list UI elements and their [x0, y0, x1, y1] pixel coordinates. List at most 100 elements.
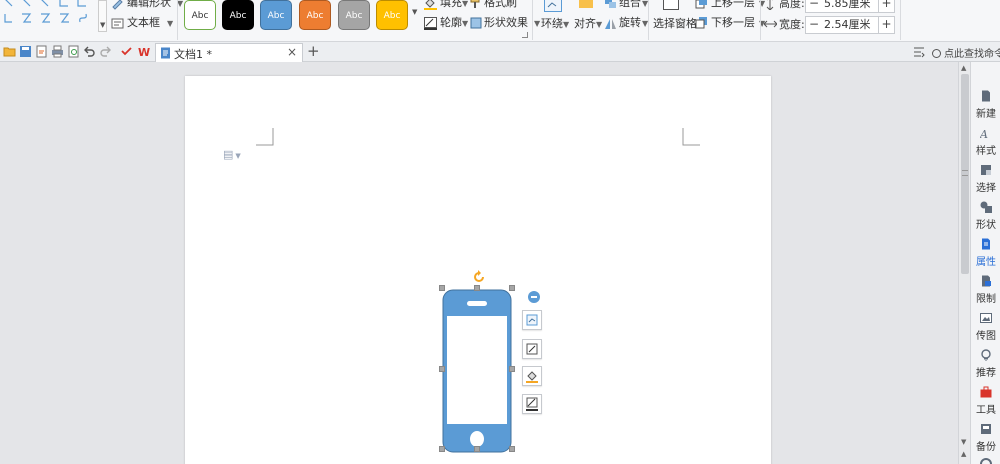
redo-icon[interactable] — [99, 45, 112, 58]
save-as-icon[interactable] — [35, 45, 48, 58]
resize-handle-bottom-right[interactable] — [509, 446, 515, 452]
resize-handle-top-right[interactable] — [509, 285, 515, 291]
fill-caret-icon: ▼ — [462, 0, 469, 8]
scroll-down-icon[interactable]: ▼ — [961, 438, 966, 446]
restrict-icon — [982, 275, 991, 287]
sidebar-item-label: 选择 — [976, 183, 996, 194]
sidebar-item-properties[interactable]: 属性 — [971, 238, 1000, 274]
height-field[interactable]: − 5.85厘米 + — [805, 0, 895, 13]
backup-icon — [981, 424, 991, 434]
sidebar-item-select[interactable]: 选择 — [971, 164, 1000, 200]
collapse-tools-icon[interactable] — [528, 291, 540, 303]
style-sample-4[interactable]: Abc — [338, 0, 370, 30]
resize-handle-left[interactable] — [439, 366, 445, 372]
margin-corner-top-left — [256, 128, 274, 146]
width-decrease-button[interactable]: − — [806, 17, 822, 33]
svg-text:A: A — [980, 128, 988, 139]
layout-options-button[interactable] — [522, 310, 542, 330]
toolbar-options-icon[interactable] — [913, 46, 925, 58]
edit-shape-tool-button[interactable] — [522, 339, 542, 359]
print-icon[interactable] — [51, 45, 64, 58]
gallery-scroll[interactable]: ▼ — [98, 0, 107, 32]
customize-toolbar-icon[interactable] — [120, 45, 133, 58]
vertical-scrollbar[interactable]: ▲ ▼ ▲ — [958, 62, 970, 464]
sidebar-item-upload-image[interactable]: 传图 — [971, 312, 1000, 348]
resize-handle-top[interactable] — [474, 285, 480, 291]
resize-handle-bottom[interactable] — [474, 446, 480, 452]
sidebar-item-new[interactable]: 新建 — [971, 90, 1000, 126]
height-increase-button[interactable]: + — [878, 0, 894, 12]
wrap-label: 环绕 — [541, 17, 563, 30]
width-field[interactable]: − 2.54厘米 + — [805, 16, 895, 34]
align-button[interactable]: 对齐 ▼ — [574, 0, 602, 32]
height-icon — [766, 0, 774, 10]
bring-forward-icon — [695, 0, 707, 9]
send-backward-icon — [695, 17, 707, 29]
width-value[interactable]: 2.54厘米 — [824, 17, 871, 33]
shape-fill-tool-button[interactable] — [522, 366, 542, 386]
rotate-handle-icon[interactable] — [472, 270, 486, 284]
select-icon — [981, 165, 991, 175]
sidebar-item-label: 样式 — [976, 146, 996, 157]
print-preview-icon[interactable] — [67, 45, 80, 58]
shapes-icon — [980, 201, 992, 213]
style-sample-3[interactable]: Abc — [299, 0, 331, 30]
style-sample-1[interactable]: Abc — [222, 0, 254, 30]
shape-effects-icon — [470, 17, 482, 29]
group-label: 组合 — [619, 0, 641, 9]
width-icon — [764, 20, 777, 28]
width-increase-button[interactable]: + — [878, 17, 894, 33]
scroll-up-icon[interactable]: ▲ — [961, 64, 966, 72]
style-sample-2[interactable]: Abc — [260, 0, 292, 30]
scroll-page-up-icon[interactable]: ▲ — [961, 450, 966, 458]
sidebar-item-restrict[interactable]: 限制 — [971, 275, 1000, 311]
styles-more-button[interactable]: ▼ — [412, 0, 420, 32]
shape-style-dialog-launcher-icon[interactable] — [522, 32, 528, 38]
save-icon[interactable] — [19, 45, 32, 58]
open-folder-icon[interactable] — [3, 45, 16, 58]
style-sample-label: Abc — [345, 11, 363, 21]
outline-pen-icon — [424, 17, 437, 30]
align-caret-icon: ▼ — [596, 20, 603, 29]
sidebar-more-icon[interactable] — [980, 458, 992, 464]
sidebar-item-tools[interactable]: 工具 — [971, 386, 1000, 422]
recommend-bulb-icon — [981, 349, 991, 361]
selection-pane-button[interactable]: 选择窗格 — [652, 0, 697, 32]
collapse-minus-icon — [531, 296, 537, 298]
height-decrease-button[interactable]: − — [806, 0, 822, 12]
resize-handle-right[interactable] — [509, 366, 515, 372]
style-sample-5[interactable]: Abc — [376, 0, 408, 30]
style-sample-label: Abc — [229, 11, 247, 21]
tab-document-1[interactable]: 文档1 * × — [155, 43, 303, 62]
phone-shape[interactable] — [442, 289, 512, 453]
close-tab-icon[interactable]: × — [287, 45, 297, 59]
layout-options-icon — [526, 314, 538, 326]
line-shapes-gallery[interactable] — [0, 0, 95, 36]
align-icon — [579, 0, 593, 8]
wrap-button[interactable]: 环绕 ▼ — [540, 0, 570, 32]
wps-logo-icon[interactable]: W — [138, 45, 151, 58]
undo-icon[interactable] — [83, 45, 96, 58]
resize-handle-bottom-left[interactable] — [439, 446, 445, 452]
shape-outline-tool-button[interactable] — [522, 394, 542, 414]
sidebar-item-label: 工具 — [976, 405, 996, 416]
shape-outline-tool-icon — [526, 397, 538, 411]
sidebar-item-backup[interactable]: 备份 — [971, 423, 1000, 459]
format-painter-icon — [470, 0, 480, 8]
sidebar-item-label: 属性 — [976, 257, 996, 268]
sidebar-item-styles[interactable]: A 样式 — [971, 127, 1000, 163]
upload-image-icon — [980, 313, 992, 323]
new-tab-plus-icon[interactable]: + — [307, 42, 320, 60]
sidebar-item-recommend[interactable]: 推荐 — [971, 349, 1000, 385]
search-command-box[interactable]: 点此查找命令 — [932, 45, 1000, 60]
sidebar-item-shapes[interactable]: 形状 — [971, 201, 1000, 237]
style-sample-label: Abc — [383, 11, 401, 21]
height-value[interactable]: 5.85厘米 — [824, 0, 871, 12]
document-page[interactable]: ▤ ▼ — [185, 76, 771, 464]
ribbon-toolbar: ▼ 编辑形状 ▼ 文本框 ▼ Abc Abc Abc Abc Abc Abc ▼… — [0, 0, 1000, 42]
style-sample-label: Abc — [306, 11, 324, 21]
style-sample-0[interactable]: Abc — [184, 0, 216, 30]
resize-handle-top-left[interactable] — [439, 285, 445, 291]
paragraph-layout-icon[interactable]: ▤ ▼ — [223, 148, 241, 161]
search-command-label: 点此查找命令 — [944, 49, 1000, 60]
